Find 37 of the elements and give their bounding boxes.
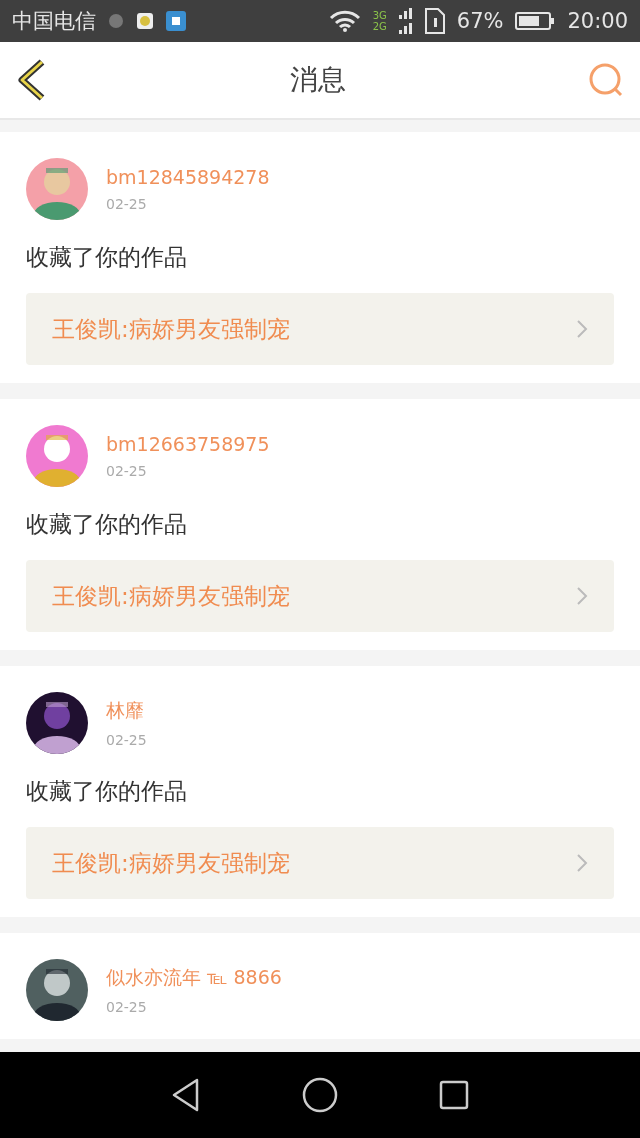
- page-title: 消息: [290, 62, 346, 98]
- sim-icon: [424, 8, 445, 34]
- work-link[interactable]: 王俊凯:病娇男友强制宠: [26, 827, 614, 899]
- work-link[interactable]: 王俊凯:病娇男友强制宠: [26, 560, 614, 632]
- message-date: 02-25: [106, 999, 148, 1015]
- chevron-right-icon: [576, 853, 588, 873]
- signal-icon: [398, 8, 413, 34]
- wifi-icon: [328, 10, 361, 32]
- back-icon: [170, 1078, 201, 1112]
- message-date: 02-25: [106, 732, 147, 748]
- network-type: 3G: [372, 10, 387, 21]
- search-icon: [588, 62, 624, 98]
- recent-apps-button[interactable]: [439, 1080, 470, 1110]
- message-text: 收藏了你的作品: [26, 510, 188, 539]
- battery-icon: [515, 11, 556, 31]
- chat-app-icon: [136, 12, 154, 30]
- username[interactable]: bm12845894278: [106, 166, 270, 188]
- username[interactable]: 似水亦流年 ℡ 8866: [106, 965, 282, 991]
- message-date: 02-25: [106, 463, 148, 479]
- clock: 20:00: [567, 9, 628, 33]
- app-icon: [166, 11, 186, 31]
- work-link[interactable]: 王俊凯:病娇男友强制宠: [26, 293, 614, 365]
- back-button[interactable]: [170, 1078, 201, 1112]
- home-button[interactable]: [302, 1077, 338, 1113]
- network-type: 2G: [372, 21, 387, 32]
- notification-icon: [108, 13, 124, 29]
- username[interactable]: bm12663758975: [106, 433, 270, 455]
- battery-percent: 67%: [456, 9, 504, 33]
- home-icon: [302, 1077, 338, 1113]
- message-text: 收藏了你的作品: [26, 777, 188, 806]
- carrier-name: 中国电信: [12, 8, 96, 35]
- chevron-right-icon: [576, 586, 588, 606]
- message-text: 收藏了你的作品: [26, 243, 188, 272]
- message-date: 02-25: [106, 196, 148, 212]
- username[interactable]: 林靡: [106, 698, 147, 724]
- recent-apps-icon: [439, 1080, 470, 1110]
- chevron-right-icon: [576, 319, 588, 339]
